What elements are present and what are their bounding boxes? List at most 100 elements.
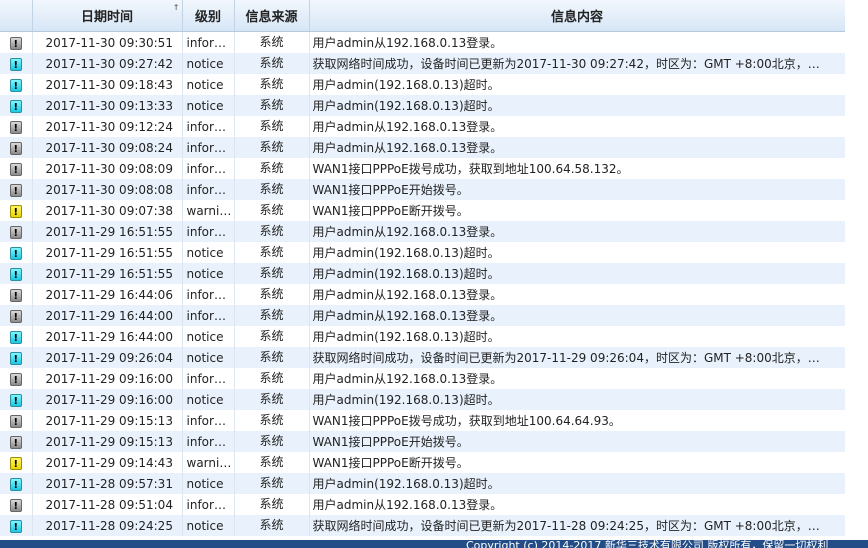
log-datetime: 2017-11-30 09:07:38 <box>32 200 183 221</box>
log-content: WAN1接口PPPoE开始拨号。 <box>309 431 846 452</box>
log-level-icon-cell: ! <box>0 242 33 263</box>
log-row[interactable]: ! 2017-11-29 09:15:13 infor… 系统 WAN1接口PPPoE开… <box>0 431 846 452</box>
log-datetime: 2017-11-28 09:57:31 <box>32 473 183 494</box>
exclamation-gray-icon: ! <box>9 435 22 449</box>
log-content: 用户admin(192.168.0.13)超时。 <box>309 263 846 284</box>
log-row[interactable]: ! 2017-11-29 16:44:00 notice 系统 用户admin(192.… <box>0 326 846 347</box>
log-row[interactable]: ! 2017-11-29 09:26:04 notice 系统 获取网络时间成功，设备时… <box>0 347 846 368</box>
exclamation-gray-icon: ! <box>9 183 22 197</box>
exclamation-gray-icon: ! <box>9 498 22 512</box>
log-table: 日期时间 ↑ 级别 信息来源 信息内容 ! 2017-11-30 09:30:51… <box>0 0 846 536</box>
log-row[interactable]: ! 2017-11-29 16:51:55 notice 系统 用户admin(192.… <box>0 242 846 263</box>
log-content: 用户admin(192.168.0.13)超时。 <box>309 95 846 116</box>
log-level: warning <box>182 200 235 221</box>
log-row[interactable]: ! 2017-11-29 16:51:55 infor… 系统 用户admin从192.… <box>0 221 846 242</box>
exclamation-gray-icon: ! <box>9 288 22 302</box>
log-content: 用户admin从192.168.0.13登录。 <box>309 305 846 326</box>
log-level: notice <box>182 95 235 116</box>
log-datetime: 2017-11-29 16:44:00 <box>32 326 183 347</box>
log-content: WAN1接口PPPoE拨号成功，获取到地址100.64.64.93。 <box>309 410 846 431</box>
log-row[interactable]: ! 2017-11-29 09:14:43 warning 系统 WAN1接口PPPoE… <box>0 452 846 473</box>
log-level-icon-cell: ! <box>0 410 33 431</box>
log-source: 系统 <box>234 347 310 368</box>
log-level: infor… <box>182 179 235 200</box>
header-datetime[interactable]: 日期时间 ↑ <box>32 0 183 32</box>
exclamation-gray-icon: ! <box>9 162 22 176</box>
log-row[interactable]: ! 2017-11-30 09:27:42 notice 系统 获取网络时间成功，设备时… <box>0 53 846 74</box>
log-source: 系统 <box>234 494 310 515</box>
log-level-icon-cell: ! <box>0 284 33 305</box>
log-datetime: 2017-11-29 09:15:13 <box>32 410 183 431</box>
log-source: 系统 <box>234 116 310 137</box>
log-content: 用户admin从192.168.0.13登录。 <box>309 137 846 158</box>
log-datetime: 2017-11-30 09:08:24 <box>32 137 183 158</box>
log-datetime: 2017-11-30 09:12:24 <box>32 116 183 137</box>
log-level: notice <box>182 389 235 410</box>
sort-arrow-icon: ↑ <box>172 3 180 12</box>
log-content: 获取网络时间成功，设备时间已更新为2017-11-29 09:26:04，时区为… <box>309 347 846 368</box>
log-level: infor… <box>182 116 235 137</box>
log-body: ! 2017-11-30 09:30:51 infor… 系统 用户admin从192.… <box>0 31 846 536</box>
log-level-icon-cell: ! <box>0 95 33 116</box>
log-row[interactable]: ! 2017-11-29 16:44:00 infor… 系统 用户admin从192.… <box>0 305 846 326</box>
log-level: notice <box>182 515 235 536</box>
log-row[interactable]: ! 2017-11-29 16:44:06 infor… 系统 用户admin从192.… <box>0 284 846 305</box>
log-level-icon-cell: ! <box>0 326 33 347</box>
log-row[interactable]: ! 2017-11-29 09:16:00 infor… 系统 用户admin从192.… <box>0 368 846 389</box>
log-row[interactable]: ! 2017-11-30 09:07:38 warning 系统 WAN1接口PPPoE… <box>0 200 846 221</box>
log-datetime: 2017-11-30 09:13:33 <box>32 95 183 116</box>
log-level-icon-cell: ! <box>0 389 33 410</box>
log-row[interactable]: ! 2017-11-29 16:51:55 notice 系统 用户admin(192.… <box>0 263 846 284</box>
log-row[interactable]: ! 2017-11-30 09:08:08 infor… 系统 WAN1接口PPPoE开… <box>0 179 846 200</box>
header-level[interactable]: 级别 <box>182 0 235 32</box>
log-source: 系统 <box>234 389 310 410</box>
log-source: 系统 <box>234 31 310 53</box>
log-datetime: 2017-11-29 09:26:04 <box>32 347 183 368</box>
header-source[interactable]: 信息来源 <box>234 0 310 32</box>
log-row[interactable]: ! 2017-11-28 09:57:31 notice 系统 用户admin(192.… <box>0 473 846 494</box>
log-datetime: 2017-11-30 09:18:43 <box>32 74 183 95</box>
footer-bar: Copyright (c) 2014-2017 新华三技术有限公司 版权所有，保… <box>0 540 868 548</box>
log-datetime: 2017-11-29 16:51:55 <box>32 221 183 242</box>
log-level: notice <box>182 242 235 263</box>
log-datetime: 2017-11-28 09:24:25 <box>32 515 183 536</box>
log-row[interactable]: ! 2017-11-28 09:24:25 notice 系统 获取网络时间成功，设备时… <box>0 515 846 536</box>
exclamation-gray-icon: ! <box>9 225 22 239</box>
log-level: infor… <box>182 31 235 53</box>
log-row[interactable]: ! 2017-11-29 09:15:13 infor… 系统 WAN1接口PPPoE拨… <box>0 410 846 431</box>
exclamation-cyan-icon: ! <box>9 78 22 92</box>
log-level-icon-cell: ! <box>0 347 33 368</box>
log-row[interactable]: ! 2017-11-30 09:08:09 infor… 系统 WAN1接口PPPoE拨… <box>0 158 846 179</box>
log-content: WAN1接口PPPoE断开拨号。 <box>309 200 846 221</box>
log-datetime: 2017-11-28 09:51:04 <box>32 494 183 515</box>
log-row[interactable]: ! 2017-11-30 09:12:24 infor… 系统 用户admin从192.… <box>0 116 846 137</box>
scrollbar-area <box>845 0 868 540</box>
exclamation-gray-icon: ! <box>9 36 22 50</box>
log-level: notice <box>182 473 235 494</box>
header-content[interactable]: 信息内容 <box>309 0 846 32</box>
exclamation-yellow-icon: ! <box>9 456 22 470</box>
log-row[interactable]: ! 2017-11-28 09:51:04 infor… 系统 用户admin从192.… <box>0 494 846 515</box>
log-row[interactable]: ! 2017-11-30 09:30:51 infor… 系统 用户admin从192.… <box>0 31 846 53</box>
log-level-icon-cell: ! <box>0 116 33 137</box>
log-row[interactable]: ! 2017-11-30 09:08:24 infor… 系统 用户admin从192.… <box>0 137 846 158</box>
header-icon-column <box>0 0 33 32</box>
log-level: infor… <box>182 158 235 179</box>
log-source: 系统 <box>234 221 310 242</box>
log-level: infor… <box>182 431 235 452</box>
log-content: 用户admin(192.168.0.13)超时。 <box>309 389 846 410</box>
log-level: notice <box>182 326 235 347</box>
log-level: warning <box>182 452 235 473</box>
log-content: 用户admin(192.168.0.13)超时。 <box>309 473 846 494</box>
log-source: 系统 <box>234 95 310 116</box>
log-datetime: 2017-11-29 16:44:00 <box>32 305 183 326</box>
log-level: infor… <box>182 494 235 515</box>
log-row[interactable]: ! 2017-11-30 09:13:33 notice 系统 用户admin(192.… <box>0 95 846 116</box>
exclamation-cyan-icon: ! <box>9 57 22 71</box>
log-source: 系统 <box>234 431 310 452</box>
log-row[interactable]: ! 2017-11-29 09:16:00 notice 系统 用户admin(192.… <box>0 389 846 410</box>
log-row[interactable]: ! 2017-11-30 09:18:43 notice 系统 用户admin(192.… <box>0 74 846 95</box>
log-level-icon-cell: ! <box>0 431 33 452</box>
log-level: notice <box>182 263 235 284</box>
log-level-icon-cell: ! <box>0 158 33 179</box>
